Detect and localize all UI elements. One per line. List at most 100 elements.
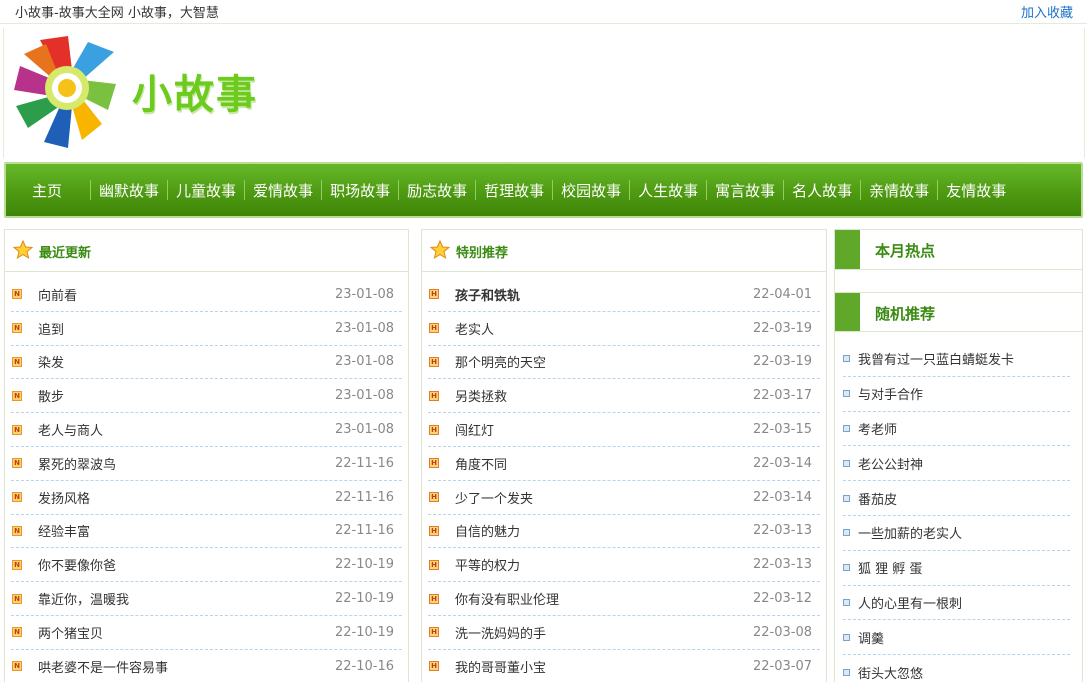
nav-link[interactable]: 幽默故事 xyxy=(91,180,167,201)
story-link[interactable]: 追到 xyxy=(38,319,64,338)
hot-badge-icon: H xyxy=(429,559,439,570)
story-link[interactable]: 经验丰富 xyxy=(38,521,90,540)
story-link[interactable]: 染发 xyxy=(38,352,64,371)
story-link[interactable]: 另类拯救 xyxy=(455,386,507,405)
add-favorite-link[interactable]: 加入收藏 xyxy=(1021,2,1073,21)
bullet-icon xyxy=(843,564,850,572)
bullet-icon xyxy=(843,529,850,537)
sidebar-panel: 本月热点 随机推荐 我曾有过一只蓝白蜻蜓发卡 与对手合作考老师老公公封神番茄皮一些… xyxy=(834,229,1083,682)
latest-panel: 最近更新 N 向前看 23-01-08 N 追到 23-01-08 N 染发 23-01-08 N… xyxy=(4,229,409,682)
new-badge-icon: N xyxy=(12,559,22,570)
list-item: 番茄皮 xyxy=(843,481,1070,516)
nav-link[interactable]: 名人故事 xyxy=(784,180,860,201)
list-item: N 散步 23-01-08 xyxy=(11,379,402,414)
story-link[interactable]: 你不要像你爸 xyxy=(38,555,116,574)
story-link[interactable]: 洗一洗妈妈的手 xyxy=(455,623,546,642)
story-link[interactable]: 两个猪宝贝 xyxy=(38,623,103,642)
story-link[interactable]: 人的心里有一根刺 xyxy=(858,593,962,612)
list-item: H 我的哥哥董小宝 22-03-07 xyxy=(428,650,820,682)
story-link[interactable]: 靠近你，温暖我 xyxy=(38,589,129,608)
list-item: 考老师 xyxy=(843,412,1070,447)
story-link[interactable]: 我的哥哥董小宝 xyxy=(455,657,546,676)
story-link[interactable]: 少了一个发夹 xyxy=(455,488,533,507)
story-date: 22-03-19 xyxy=(752,320,812,336)
nav-link[interactable]: 哲理故事 xyxy=(476,180,552,201)
new-badge-icon: N xyxy=(12,289,22,300)
story-date: 22-11-16 xyxy=(334,455,394,471)
story-link[interactable]: 番茄皮 xyxy=(858,489,897,508)
list-item: 街头大忽悠 xyxy=(843,655,1070,682)
nav-link[interactable]: 校园故事 xyxy=(553,180,629,201)
story-link[interactable]: 街头大忽悠 xyxy=(858,663,923,682)
featured-panel: 特别推荐 H 孩子和铁轨 22-04-01 H 老实人 22-03-19 H 那个明亮的天空 2… xyxy=(421,229,827,682)
header-accent-bar xyxy=(835,230,860,269)
hot-title: 本月热点 xyxy=(875,242,936,260)
story-link[interactable]: 闯红灯 xyxy=(455,420,494,439)
nav-item: 名人故事 xyxy=(783,164,860,216)
nav-link[interactable]: 儿童故事 xyxy=(168,180,244,201)
story-date: 22-04-01 xyxy=(752,286,812,302)
story-link[interactable]: 你有没有职业伦理 xyxy=(455,589,559,608)
story-link[interactable]: 老人与商人 xyxy=(38,420,103,439)
nav-link[interactable]: 亲情故事 xyxy=(861,180,937,201)
featured-title: 特别推荐 xyxy=(456,246,509,261)
list-item: H 老实人 22-03-19 xyxy=(428,312,820,346)
list-item: H 另类拯救 22-03-17 xyxy=(428,379,820,414)
hot-badge-icon: H xyxy=(429,390,439,401)
pinwheel-logo-icon xyxy=(14,36,116,148)
nav-link[interactable]: 人生故事 xyxy=(630,180,706,201)
story-link[interactable]: 自信的魅力 xyxy=(455,521,520,540)
main-nav: 主页 幽默故事 儿童故事 爱情故事 职场故事 励志故事 哲理故事 校园故事 人生故事 寓言故事 名人… xyxy=(4,162,1083,218)
list-item: N 染发 23-01-08 xyxy=(11,346,402,380)
hot-badge-icon: H xyxy=(429,424,439,435)
bullet-icon xyxy=(843,633,850,641)
story-link[interactable]: 考老师 xyxy=(858,419,897,438)
hot-badge-icon: H xyxy=(429,593,439,604)
nav-link[interactable]: 主页 xyxy=(12,180,90,201)
hot-badge-icon: H xyxy=(429,356,439,367)
story-link[interactable]: 哄老婆不是一件容易事 xyxy=(38,657,168,676)
story-link[interactable]: 与对手合作 xyxy=(858,384,923,403)
star-icon xyxy=(13,240,33,260)
story-link[interactable]: 散步 xyxy=(38,386,64,405)
list-item: N 累死的翠波鸟 22-11-16 xyxy=(11,447,402,481)
nav-link[interactable]: 励志故事 xyxy=(399,180,475,201)
story-date: 23-01-08 xyxy=(334,422,394,438)
list-item: 与对手合作 xyxy=(843,377,1070,412)
story-date: 22-10-19 xyxy=(334,591,394,607)
story-link[interactable]: 发扬风格 xyxy=(38,488,90,507)
star-icon xyxy=(430,240,450,260)
list-item: N 两个猪宝贝 22-10-19 xyxy=(11,616,402,650)
nav-link[interactable]: 爱情故事 xyxy=(245,180,321,201)
story-date: 22-03-12 xyxy=(752,591,812,607)
nav-item: 爱情故事 xyxy=(244,164,321,216)
nav-link[interactable]: 职场故事 xyxy=(322,180,398,201)
story-link[interactable]: 狐 狸 孵 蛋 xyxy=(858,558,922,577)
story-link[interactable]: 向前看 xyxy=(38,285,77,304)
bullet-icon xyxy=(843,424,850,432)
list-item: H 闯红灯 22-03-15 xyxy=(428,413,820,447)
story-link[interactable]: 一些加薪的老实人 xyxy=(858,523,962,542)
story-link[interactable]: 累死的翠波鸟 xyxy=(38,454,116,473)
random-header: 随机推荐 xyxy=(835,292,1082,332)
story-link[interactable]: 那个明亮的天空 xyxy=(455,352,546,371)
story-link[interactable]: 我曾有过一只蓝白蜻蜓发卡 xyxy=(858,349,1014,368)
nav-link[interactable]: 寓言故事 xyxy=(707,180,783,201)
story-link[interactable]: 老实人 xyxy=(455,319,494,338)
bullet-icon xyxy=(843,494,850,502)
story-link[interactable]: 孩子和铁轨 xyxy=(455,285,520,304)
story-date: 22-03-19 xyxy=(752,354,812,370)
story-link[interactable]: 调羹 xyxy=(858,628,884,647)
story-link[interactable]: 老公公封神 xyxy=(858,454,923,473)
list-item: H 角度不同 22-03-14 xyxy=(428,447,820,481)
story-link[interactable]: 平等的权力 xyxy=(455,555,520,574)
nav-item: 友情故事 xyxy=(937,164,1014,216)
random-title: 随机推荐 xyxy=(875,305,936,323)
latest-panel-header: 最近更新 xyxy=(5,230,408,272)
story-date: 22-03-14 xyxy=(752,455,812,471)
new-badge-icon: N xyxy=(12,323,22,334)
featured-panel-header: 特别推荐 xyxy=(422,230,826,272)
story-link[interactable]: 角度不同 xyxy=(455,454,507,473)
nav-link[interactable]: 友情故事 xyxy=(938,180,1014,201)
story-date: 23-01-08 xyxy=(334,354,394,370)
